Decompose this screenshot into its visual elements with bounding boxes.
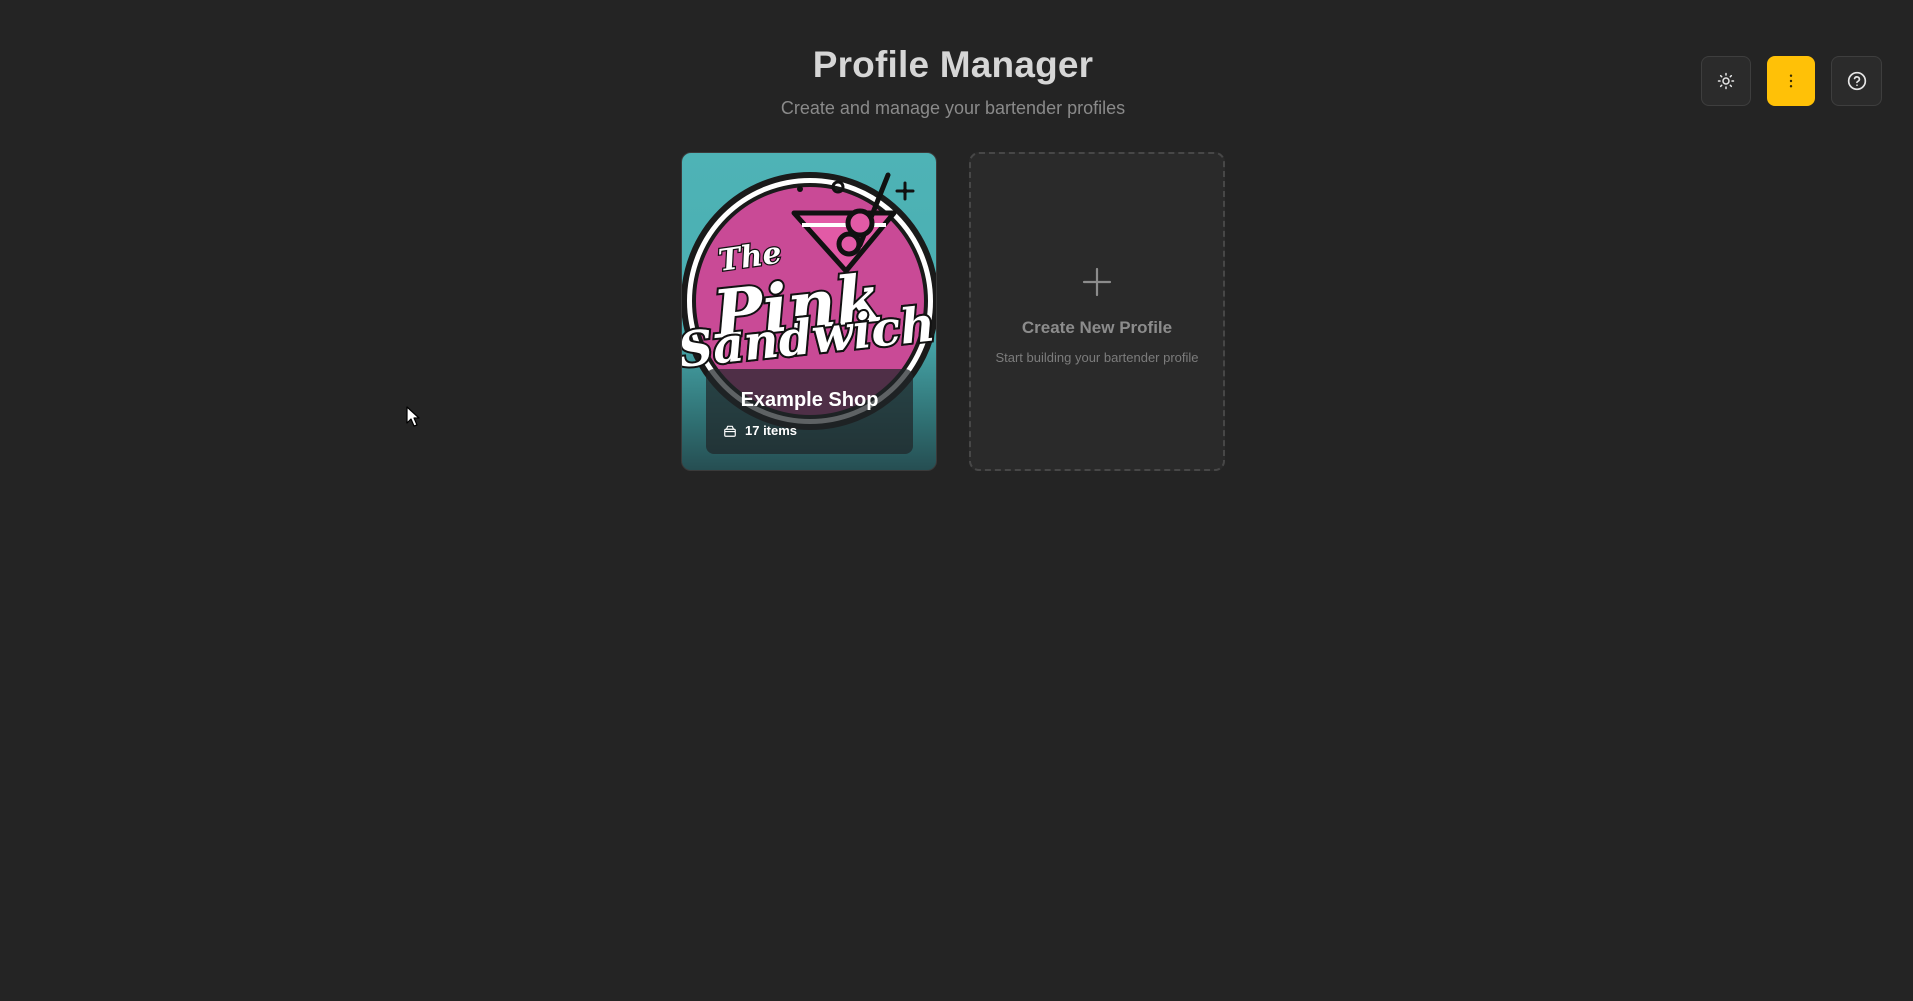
create-profile-subtitle: Start building your bartender profile [995, 350, 1199, 365]
vertical-dots-icon [1789, 74, 1793, 88]
profile-card[interactable]: The Pink Sandwich Sandwich Example Shop … [681, 152, 937, 471]
profile-item-count-label: 17 items [745, 423, 798, 438]
profile-manager-page: Profile Manager Create and manage your b… [0, 0, 1913, 1001]
page-title: Profile Manager [812, 44, 1094, 85]
create-profile-title: Create New Profile [1021, 318, 1173, 337]
create-profile-card[interactable]: Create New Profile Start building your b… [969, 152, 1225, 471]
mouse-cursor-icon [406, 406, 420, 427]
sun-icon [1717, 72, 1735, 90]
help-circle-icon [1847, 71, 1866, 91]
theme-toggle-button[interactable] [1701, 56, 1751, 106]
help-button[interactable] [1831, 56, 1882, 106]
profile-grid: The Pink Sandwich Sandwich Example Shop … [681, 152, 1225, 471]
profile-name: Example Shop [740, 389, 879, 411]
page-subtitle: Create and manage your bartender profile… [780, 98, 1126, 118]
plus-icon [1082, 267, 1112, 297]
profile-info-panel: Example Shop 17 items [706, 369, 913, 454]
top-actions [1701, 56, 1882, 106]
profile-item-count: 17 items [723, 423, 913, 438]
more-menu-button[interactable] [1767, 56, 1815, 106]
page-header: Profile Manager Create and manage your b… [0, 40, 1906, 120]
box-icon [724, 425, 736, 437]
